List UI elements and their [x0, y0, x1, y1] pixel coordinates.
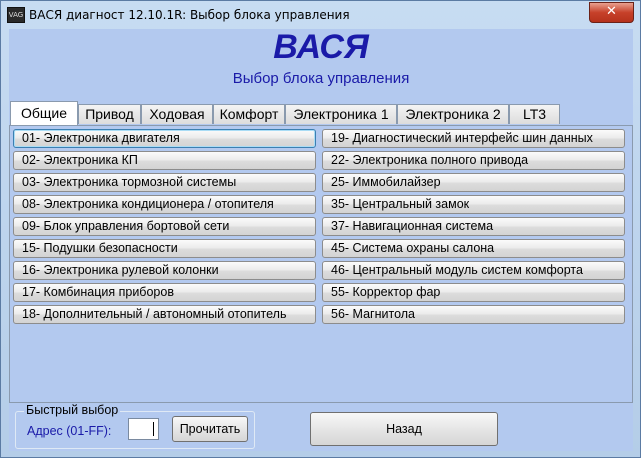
- module-button[interactable]: 37- Навигационная система: [322, 217, 625, 236]
- tab-comfort[interactable]: Комфорт: [213, 104, 285, 124]
- tab-panel-general: 01- Электроника двигателя 02- Электроник…: [9, 125, 633, 403]
- app-icon: VAG: [7, 7, 25, 23]
- module-button[interactable]: 17- Комбинация приборов: [13, 283, 316, 302]
- module-button[interactable]: 18- Дополнительный / автономный отопител…: [13, 305, 316, 324]
- module-button[interactable]: 46- Центральный модуль систем комфорта: [322, 261, 625, 280]
- quick-select-group: Быстрый выбор Адрес (01-FF): Прочитать: [15, 403, 255, 449]
- title-bar: VAG ВАСЯ диагност 12.10.1R: Выбор блока …: [1, 1, 640, 29]
- module-button[interactable]: 55- Корректор фар: [322, 283, 625, 302]
- module-button[interactable]: 16- Электроника рулевой колонки: [13, 261, 316, 280]
- tab-chassis[interactable]: Ходовая: [141, 104, 213, 124]
- close-icon: ✕: [606, 4, 617, 19]
- tab-electronics-2[interactable]: Электроника 2: [397, 104, 509, 124]
- close-button[interactable]: ✕: [589, 2, 634, 23]
- tab-general[interactable]: Общие: [10, 101, 78, 125]
- module-button[interactable]: 02- Электроника КП: [13, 151, 316, 170]
- module-button[interactable]: 09- Блок управления бортовой сети: [13, 217, 316, 236]
- tab-lt3[interactable]: LT3: [509, 104, 560, 124]
- window-title: ВАСЯ диагност 12.10.1R: Выбор блока упра…: [29, 8, 350, 22]
- module-button[interactable]: 56- Магнитола: [322, 305, 625, 324]
- address-input[interactable]: [128, 418, 159, 440]
- quick-select-label: Быстрый выбор: [24, 403, 121, 417]
- module-button[interactable]: 25- Иммобилайзер: [322, 173, 625, 192]
- module-button[interactable]: 01- Электроника двигателя: [13, 129, 316, 148]
- read-button[interactable]: Прочитать: [172, 416, 248, 442]
- tab-drive[interactable]: Привод: [78, 104, 141, 124]
- module-button[interactable]: 45- Система охраны салона: [322, 239, 625, 258]
- address-label: Адрес (01-FF):: [27, 424, 112, 438]
- module-button[interactable]: 22- Электроника полного привода: [322, 151, 625, 170]
- app-name-heading: ВАСЯ: [273, 28, 369, 66]
- module-button[interactable]: 03- Электроника тормозной системы: [13, 173, 316, 192]
- app-window: VAG ВАСЯ диагност 12.10.1R: Выбор блока …: [0, 0, 641, 458]
- text-caret: [153, 422, 154, 436]
- client-area: ВАСЯ Выбор блока управления Общие Привод…: [9, 29, 633, 451]
- back-button[interactable]: Назад: [310, 412, 498, 446]
- module-button[interactable]: 15- Подушки безопасности: [13, 239, 316, 258]
- module-button[interactable]: 19- Диагностический интерфейс шин данных: [322, 129, 625, 148]
- tab-electronics-1[interactable]: Электроника 1: [285, 104, 397, 124]
- page-subtitle: Выбор блока управления: [232, 70, 410, 87]
- module-button[interactable]: 08- Электроника кондиционера / отопителя: [13, 195, 316, 214]
- module-button[interactable]: 35- Центральный замок: [322, 195, 625, 214]
